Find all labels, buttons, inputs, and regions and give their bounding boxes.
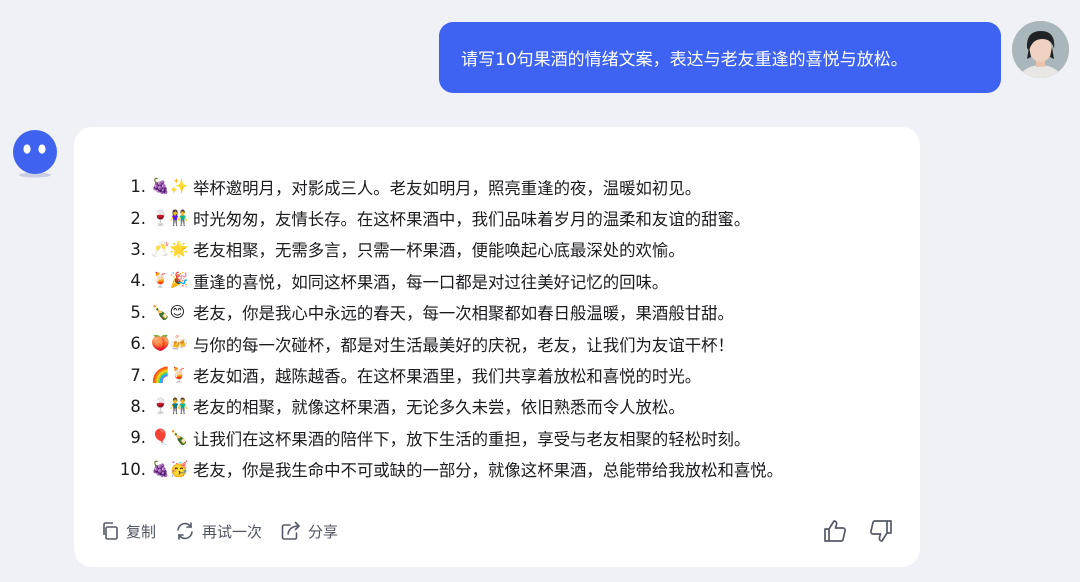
item-emoji-icon: 🎈🍾 bbox=[151, 428, 189, 447]
list-item: 7. 🌈🍹 老友如酒，越陈越香。在这杯果酒里，我们共享着放松和喜悦的时光。 bbox=[100, 359, 783, 390]
thumbs-up-icon bbox=[824, 520, 846, 542]
thumbs-up-button[interactable] bbox=[822, 518, 848, 548]
item-number: 7. bbox=[130, 365, 146, 385]
item-emoji-icon: 🍇🥳 bbox=[151, 459, 189, 478]
retry-label: 再试一次 bbox=[202, 522, 263, 541]
feedback-buttons bbox=[802, 518, 894, 548]
item-text: 举杯邀明月，对影成三人。老友如明月，照亮重逢的夜，温暖如初见。 bbox=[193, 178, 702, 198]
retry-button[interactable]: 再试一次 bbox=[174, 521, 262, 542]
item-number: 2. bbox=[130, 208, 146, 228]
list-item: 4. 🍹🎉 重逢的喜悦，如同这杯果酒，每一口都是对过往美好记忆的回味。 bbox=[100, 265, 783, 296]
thumbs-down-button[interactable] bbox=[868, 518, 894, 548]
item-emoji-icon: 🍇✨ bbox=[151, 177, 189, 196]
item-emoji-icon: 🍷👬 bbox=[151, 396, 189, 415]
copy-label: 复制 bbox=[126, 522, 157, 541]
item-number: 6. bbox=[130, 334, 146, 354]
item-number: 4. bbox=[130, 271, 146, 291]
item-number: 1. bbox=[130, 177, 146, 197]
item-text: 老友的相聚，就像这杯果酒，无论多久未尝，依旧熟悉而令人放松。 bbox=[193, 398, 685, 418]
item-emoji-icon: 🍑🍻 bbox=[151, 334, 189, 353]
list-item: 2. 🍷👫 时光匆匆，友情长存。在这杯果酒中，我们品味着岁月的温柔和友谊的甜蜜。 bbox=[100, 202, 783, 233]
list-item: 10. 🍇🥳 老友，你是我生命中不可或缺的一部分，就像这杯果酒，总能带给我放松和… bbox=[100, 454, 783, 485]
item-text: 与你的每一次碰杯，都是对生活最美好的庆祝，老友，让我们为友谊干杯！ bbox=[193, 335, 734, 355]
item-emoji-icon: 🌈🍹 bbox=[151, 365, 189, 384]
item-number: 9. bbox=[130, 428, 146, 448]
user-message-bubble: 请写10句果酒的情绪文案，表达与老友重逢的喜悦与放松。 bbox=[439, 22, 1001, 93]
item-text: 让我们在这杯果酒的陪伴下，放下生活的重担，享受与老友相聚的轻松时刻。 bbox=[193, 429, 751, 449]
answer-list: 1. 🍇✨ 举杯邀明月，对影成三人。老友如明月，照亮重逢的夜，温暖如初见。 2.… bbox=[100, 171, 783, 485]
item-emoji-icon: 🍷👫 bbox=[151, 208, 189, 227]
thumbs-down-icon bbox=[870, 520, 892, 542]
item-text: 时光匆匆，友情长存。在这杯果酒中，我们品味着岁月的温柔和友谊的甜蜜。 bbox=[193, 210, 751, 230]
answer-actions: 复制 再试一次 分享 bbox=[100, 518, 356, 544]
user-avatar[interactable] bbox=[1012, 21, 1069, 78]
assistant-answer-card: 1. 🍇✨ 举杯邀明月，对影成三人。老友如明月，照亮重逢的夜，温暖如初见。 2.… bbox=[74, 127, 920, 567]
item-emoji-icon: 🍾😊 bbox=[151, 302, 186, 321]
item-text: 老友相聚，无需多言，只需一杯果酒，便能唤起心底最深处的欢愉。 bbox=[193, 241, 685, 261]
item-number: 10. bbox=[119, 459, 146, 479]
list-item: 6. 🍑🍻 与你的每一次碰杯，都是对生活最美好的庆祝，老友，让我们为友谊干杯！ bbox=[100, 328, 783, 359]
list-item: 1. 🍇✨ 举杯邀明月，对影成三人。老友如明月，照亮重逢的夜，温暖如初见。 bbox=[100, 171, 783, 202]
item-emoji-icon: 🥂🌟 bbox=[151, 239, 189, 258]
item-number: 8. bbox=[130, 396, 146, 416]
assistant-avatar bbox=[9, 128, 61, 180]
share-icon bbox=[281, 521, 301, 540]
copy-button[interactable]: 复制 bbox=[100, 521, 156, 542]
item-text: 老友，你是我生命中不可或缺的一部分，就像这杯果酒，总能带给我放松和喜悦。 bbox=[193, 461, 784, 481]
list-item: 9. 🎈🍾 让我们在这杯果酒的陪伴下，放下生活的重担，享受与老友相聚的轻松时刻。 bbox=[100, 422, 783, 453]
share-label: 分享 bbox=[308, 522, 339, 541]
list-item: 3. 🥂🌟 老友相聚，无需多言，只需一杯果酒，便能唤起心底最深处的欢愉。 bbox=[100, 234, 783, 265]
copy-icon bbox=[103, 522, 118, 540]
item-text: 老友，你是我心中永远的春天，每一次相聚都如春日般温暖，果酒般甘甜。 bbox=[193, 304, 734, 324]
share-button[interactable]: 分享 bbox=[280, 521, 338, 542]
item-number: 3. bbox=[130, 239, 146, 259]
user-message-text: 请写10句果酒的情绪文案，表达与老友重逢的喜悦与放松。 bbox=[461, 50, 908, 70]
item-text: 重逢的喜悦，如同这杯果酒，每一口都是对过往美好记忆的回味。 bbox=[193, 272, 669, 292]
item-text: 老友如酒，越陈越香。在这杯果酒里，我们共享着放松和喜悦的时光。 bbox=[193, 367, 702, 387]
item-number: 5. bbox=[130, 302, 146, 322]
list-item: 8. 🍷👬 老友的相聚，就像这杯果酒，无论多久未尝，依旧熟悉而令人放松。 bbox=[100, 391, 783, 422]
item-emoji-icon: 🍹🎉 bbox=[151, 271, 189, 290]
retry-icon bbox=[177, 522, 193, 540]
list-item: 5. 🍾😊 老友，你是我心中永远的春天，每一次相聚都如春日般温暖，果酒般甘甜。 bbox=[100, 297, 783, 328]
